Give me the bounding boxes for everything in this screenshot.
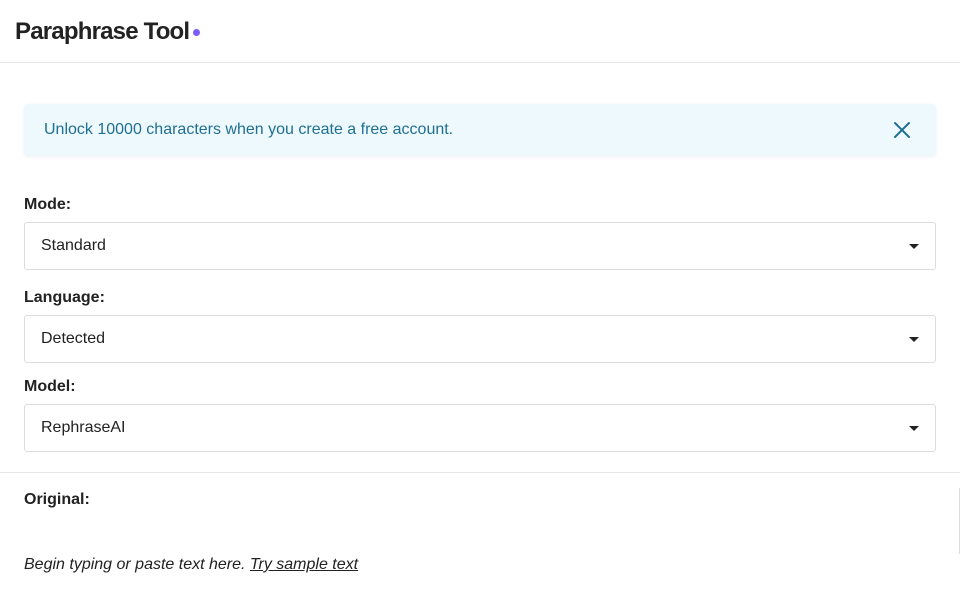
original-label: Original: <box>24 491 90 508</box>
try-sample-text-link[interactable]: Try sample text <box>250 556 358 573</box>
language-select-value: Detected <box>41 330 106 347</box>
chevron-down-icon <box>909 337 919 342</box>
chevron-down-icon <box>909 244 919 249</box>
original-text-input[interactable]: Begin typing or paste text here. Try sam… <box>24 556 358 574</box>
logo-dot-icon <box>193 29 201 36</box>
placeholder-text: Begin typing or paste text here. <box>24 556 246 573</box>
section-divider <box>0 472 960 473</box>
language-label: Language: <box>24 289 105 306</box>
mode-select[interactable]: Standard <box>24 222 936 270</box>
chevron-down-icon <box>909 426 919 431</box>
close-icon[interactable] <box>892 120 912 140</box>
model-label: Model: <box>24 378 76 395</box>
app-logo[interactable]: Paraphrase Tool <box>15 17 201 47</box>
signup-banner: Unlock 10000 characters when you create … <box>24 104 936 156</box>
mode-select-value: Standard <box>41 237 106 254</box>
language-select[interactable]: Detected <box>24 315 936 363</box>
model-select[interactable]: RephraseAI <box>24 404 936 452</box>
model-select-value: RephraseAI <box>41 419 126 436</box>
app-title: Paraphrase Tool <box>15 18 190 45</box>
mode-label: Mode: <box>24 196 72 213</box>
banner-text: Unlock 10000 characters when you create … <box>44 121 454 138</box>
app-header: Paraphrase Tool <box>0 0 960 63</box>
